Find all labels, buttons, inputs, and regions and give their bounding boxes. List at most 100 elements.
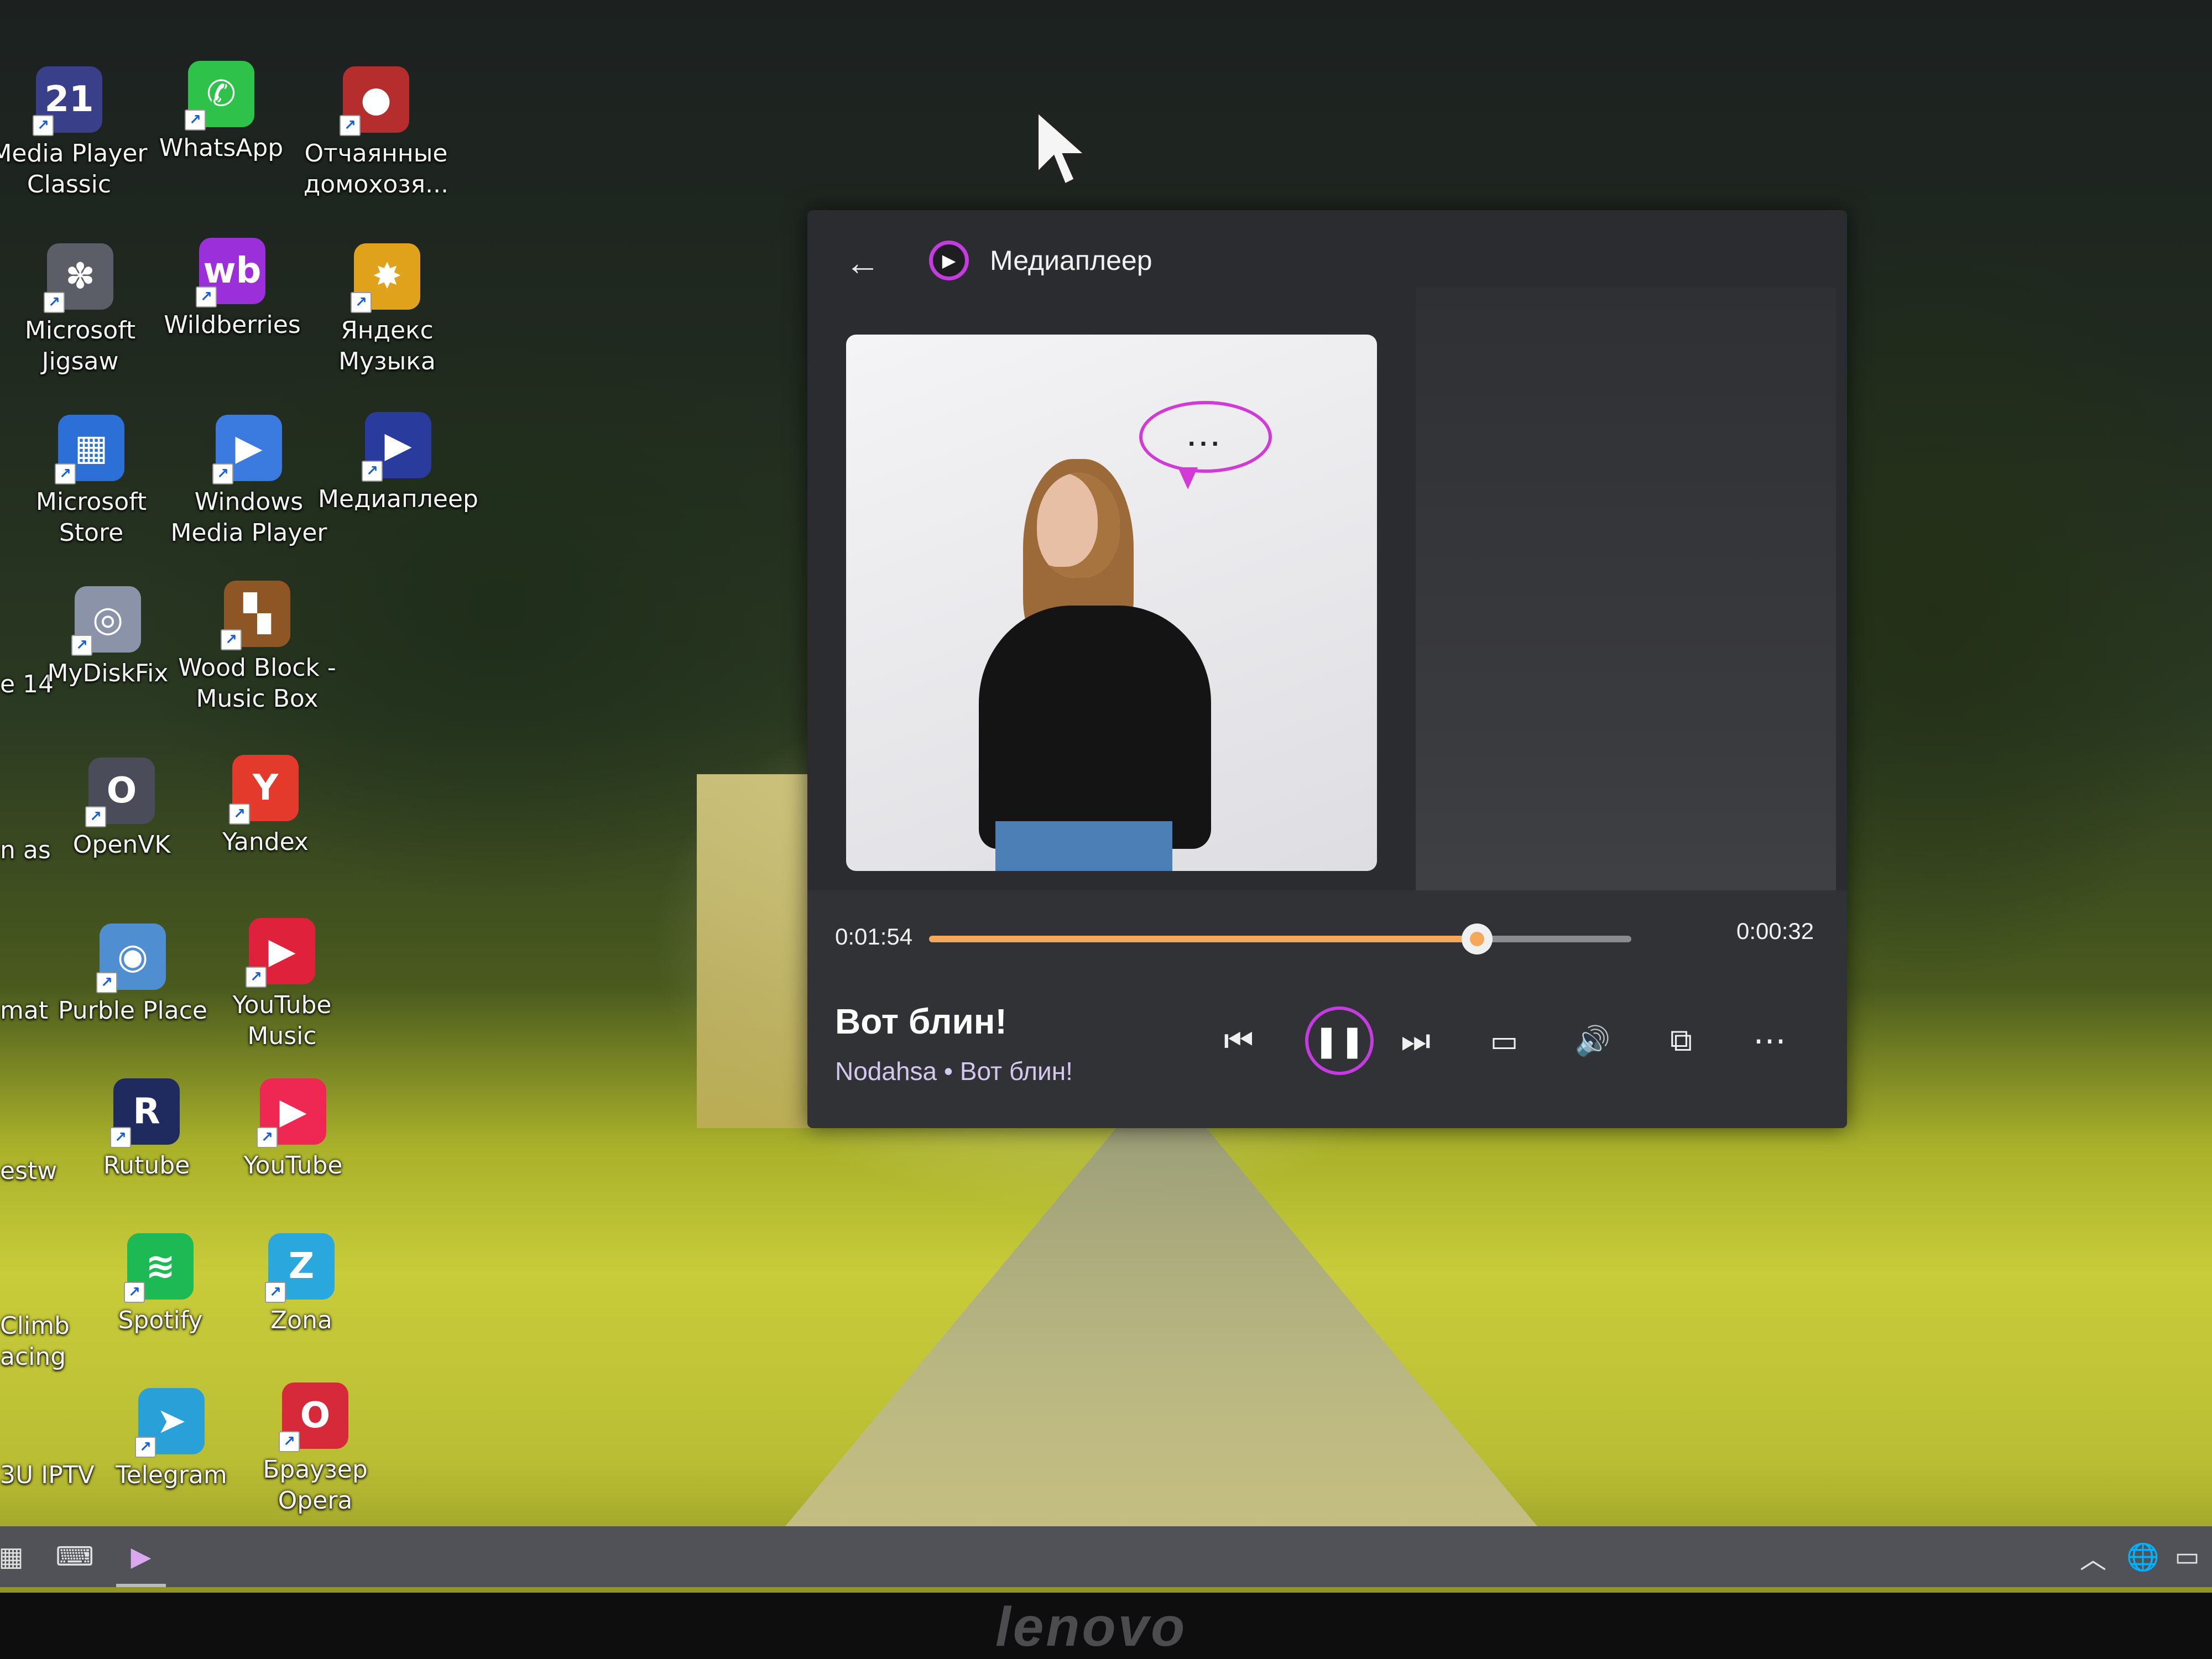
desktop-icon[interactable]: ◉ ↗ Purble Place xyxy=(50,924,216,1026)
album-art: ... xyxy=(846,335,1377,871)
desktop-icon-label: YouTube Music xyxy=(232,991,332,1050)
shortcut-arrow-icon: ↗ xyxy=(340,115,361,136)
desktop-icon-label: Отчаянные домохозя... xyxy=(303,139,449,199)
shortcut-arrow-icon: ↗ xyxy=(44,292,65,313)
media-player-window: ← ▶ Медиаплеер ... 0:01:54 0:00:32 Вот б… xyxy=(807,210,1847,1128)
start-icon[interactable]: ▦ xyxy=(0,1537,24,1576)
shortcut-arrow-icon: ↗ xyxy=(196,286,217,307)
desktop-icon-label: Браузер Opera xyxy=(263,1455,368,1515)
desktop-icon[interactable]: ✸ ↗ Яндекс Музыка xyxy=(304,243,470,377)
shortcut-arrow-icon: ↗ xyxy=(279,1431,300,1452)
shortcut-arrow-icon: ↗ xyxy=(135,1437,156,1458)
app-icon: ▶ ↗ xyxy=(212,415,282,484)
desktop-icon[interactable]: O ↗ OpenVK xyxy=(39,758,205,860)
shortcut-arrow-icon: ↗ xyxy=(124,1282,145,1303)
desktop-icon[interactable]: ▶ ↗ Медиаплеер xyxy=(315,412,481,515)
app-icon: Z ↗ xyxy=(265,1233,335,1303)
next-track-icon[interactable]: ⏭ xyxy=(1388,1013,1443,1068)
partial-label: mat xyxy=(0,997,49,1025)
shortcut-arrow-icon: ↗ xyxy=(351,292,372,313)
desktop-icon[interactable]: Z ↗ Zona xyxy=(218,1233,384,1336)
desktop-icon-label: Wood Block - Music Box xyxy=(178,654,336,713)
desktop-icon[interactable]: wb ↗ Wildberries xyxy=(149,238,315,341)
more-options-icon[interactable]: ⋯ xyxy=(1742,1013,1797,1068)
desktop-icon-label: Media Player Classic xyxy=(0,139,148,199)
desktop-icon-label: Zona xyxy=(270,1306,332,1334)
desktop-icon[interactable]: ✽ ↗ Microsoft Jigsaw xyxy=(0,243,163,377)
app-icon: ▶ ↗ xyxy=(362,412,431,482)
song-subtitle[interactable]: Nodahsa • Вот блин! xyxy=(835,1056,1073,1086)
desktop-icon-label: Microsoft Jigsaw xyxy=(24,316,136,375)
show-hidden-icons-chevron-icon[interactable]: ︿ xyxy=(2074,1537,2112,1576)
desktop-screen: e 14 n as mat estw Climb acing 3U IPTV 2… xyxy=(0,0,2212,1593)
desktop-icon-label: Windows Media Player xyxy=(170,488,327,547)
app-icon: O ↗ xyxy=(85,758,155,827)
desktop-icon[interactable]: ➤ ↗ Telegram xyxy=(88,1388,254,1491)
desktop-icon-label: Purble Place xyxy=(58,997,207,1025)
desktop-icon[interactable]: R ↗ Rutube xyxy=(64,1078,229,1181)
desktop-icon[interactable]: ▶ ↗ YouTube Music xyxy=(199,918,365,1052)
desktop-icon[interactable]: ▶ ↗ Windows Media Player xyxy=(166,415,332,549)
captions-icon[interactable]: ▭ xyxy=(1477,1013,1532,1068)
shortcut-arrow-icon: ↗ xyxy=(96,972,117,993)
app-icon: R ↗ xyxy=(110,1078,180,1148)
app-icon: ◎ ↗ xyxy=(71,586,141,656)
desktop-icon-label: MyDiskFix xyxy=(47,659,169,687)
desktop-icon[interactable]: ▚ ↗ Wood Block - Music Box xyxy=(174,581,340,714)
desktop-icon[interactable]: ◎ ↗ MyDiskFix xyxy=(25,586,191,689)
seek-bar-fill xyxy=(929,936,1477,942)
album-person-body xyxy=(979,606,1211,849)
desktop-icon[interactable]: ✆ ↗ WhatsApp xyxy=(138,61,304,164)
desktop-icon-label: Wildberries xyxy=(164,311,301,339)
time-remaining: 0:00:32 xyxy=(1736,918,1814,944)
monitor-brand-logo: lenovo xyxy=(995,1596,1187,1658)
app-icon: ● ↗ xyxy=(340,66,409,136)
app-icon: ▶ ↗ xyxy=(257,1078,326,1148)
shortcut-arrow-icon: ↗ xyxy=(33,115,54,136)
network-globe-icon[interactable]: 🌐 xyxy=(2124,1537,2162,1576)
playback-controls: 0:01:54 0:00:32 Вот блин! Nodahsa • Вот … xyxy=(807,890,1847,1128)
media-player-taskbar-icon[interactable]: ▶ xyxy=(119,1537,163,1576)
app-icon: ✆ ↗ xyxy=(185,61,254,131)
app-icon: ◉ ↗ xyxy=(96,924,166,993)
album-person-head xyxy=(1037,473,1120,578)
volume-icon[interactable]: 🔊 xyxy=(1565,1013,1620,1068)
desktop-icon-label: Yandex xyxy=(222,828,309,856)
taskbar: ▦ ⌨ ▶ ︿ 🌐 ▭ xyxy=(0,1526,2212,1587)
seek-bar-thumb[interactable] xyxy=(1461,924,1493,954)
desktop-icon[interactable]: Y ↗ Yandex xyxy=(182,755,348,858)
desktop-icon-label: Медиаплеер xyxy=(318,485,478,513)
shortcut-arrow-icon: ↗ xyxy=(257,1127,278,1148)
shortcut-arrow-icon: ↗ xyxy=(185,109,206,131)
app-icon: ▚ ↗ xyxy=(221,581,290,650)
desktop-icon-label: YouTube xyxy=(243,1151,343,1180)
time-elapsed: 0:01:54 xyxy=(835,924,913,950)
shortcut-arrow-icon: ↗ xyxy=(229,804,250,825)
pause-button[interactable]: ❚❚ xyxy=(1305,1006,1374,1075)
shortcut-arrow-icon: ↗ xyxy=(110,1127,131,1148)
desktop-icon[interactable]: O ↗ Браузер Opera xyxy=(232,1383,398,1516)
previous-track-icon[interactable]: ⏮ xyxy=(1211,1013,1266,1068)
desktop-icon[interactable]: 21 ↗ Media Player Classic xyxy=(0,66,152,200)
keyboard-icon[interactable]: ⌨ xyxy=(50,1537,100,1576)
desktop-icon[interactable]: ▶ ↗ YouTube xyxy=(210,1078,376,1181)
app-icon: ✸ ↗ xyxy=(351,243,420,313)
shortcut-arrow-icon: ↗ xyxy=(55,463,76,484)
desktop-icon[interactable]: ▦ ↗ Microsoft Store xyxy=(8,415,174,549)
back-arrow-icon[interactable]: ← xyxy=(841,241,885,285)
battery-icon[interactable]: ▭ xyxy=(2168,1537,2206,1576)
app-icon: O ↗ xyxy=(279,1383,348,1452)
shortcut-arrow-icon: ↗ xyxy=(71,635,92,656)
desktop-icon-label: Microsoft Store xyxy=(35,488,147,547)
desktop-icon[interactable]: ● ↗ Отчаянные домохозя... xyxy=(293,66,459,200)
shortcut-arrow-icon: ↗ xyxy=(246,967,267,988)
partial-label: Climb acing xyxy=(0,1312,70,1371)
shortcut-arrow-icon: ↗ xyxy=(362,461,383,482)
desktop-icon-label: WhatsApp xyxy=(159,134,284,162)
seek-bar[interactable] xyxy=(929,924,1631,954)
app-icon: 21 ↗ xyxy=(33,66,102,136)
miniplayer-icon[interactable]: ⧉ xyxy=(1653,1013,1709,1068)
speech-bubble-tail xyxy=(1178,467,1198,489)
partial-label: 3U IPTV xyxy=(0,1461,95,1489)
app-icon: Y ↗ xyxy=(229,755,299,825)
